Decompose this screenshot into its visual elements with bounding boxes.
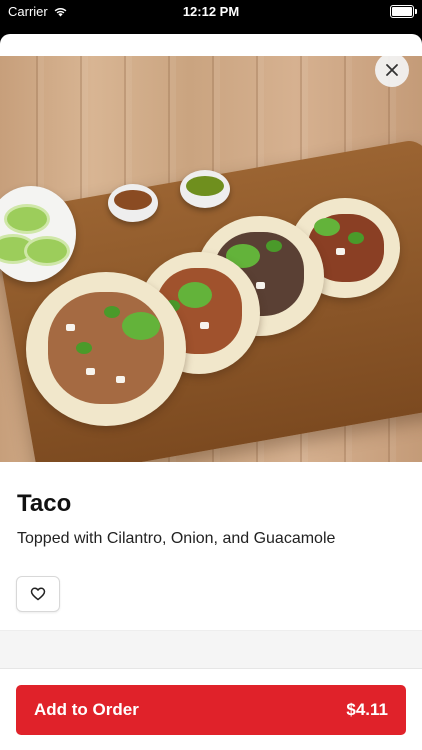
status-time: 12:12 PM bbox=[182, 4, 240, 19]
status-bar: Carrier 12:12 PM bbox=[0, 0, 422, 24]
photo-cilantro bbox=[348, 232, 364, 244]
photo-guacamole bbox=[178, 282, 212, 308]
item-detail-sheet: Taco Topped with Cilantro, Onion, and Gu… bbox=[0, 56, 422, 750]
order-footer: Add to Order $4.11 bbox=[0, 668, 422, 750]
heart-icon bbox=[30, 587, 46, 601]
photo-onion bbox=[256, 282, 265, 289]
photo-lime-wedge bbox=[24, 236, 70, 266]
section-divider bbox=[0, 630, 422, 669]
add-to-order-button[interactable]: Add to Order $4.11 bbox=[16, 685, 406, 735]
photo-onion bbox=[336, 248, 345, 255]
item-photo bbox=[0, 56, 422, 462]
photo-salsa-roja bbox=[114, 190, 152, 210]
photo-onion bbox=[200, 322, 209, 329]
photo-onion bbox=[66, 324, 75, 331]
photo-guacamole bbox=[314, 218, 340, 236]
photo-salsa-verde bbox=[186, 176, 224, 196]
photo-onion bbox=[86, 368, 95, 375]
photo-salsa-cup bbox=[108, 184, 158, 222]
battery-icon bbox=[390, 5, 417, 18]
item-description: Topped with Cilantro, Onion, and Guacamo… bbox=[17, 530, 336, 547]
close-icon bbox=[386, 64, 398, 76]
photo-taco bbox=[26, 272, 186, 426]
item-price: $4.11 bbox=[346, 700, 388, 719]
item-title: Taco bbox=[17, 490, 72, 517]
favorite-button[interactable] bbox=[16, 576, 60, 612]
photo-cilantro bbox=[266, 240, 282, 252]
item-info: Taco Topped with Cilantro, Onion, and Gu… bbox=[0, 462, 422, 630]
photo-onion bbox=[116, 376, 125, 383]
photo-salsa-cup bbox=[180, 170, 230, 208]
photo-cilantro bbox=[104, 306, 120, 318]
photo-cilantro bbox=[76, 342, 92, 354]
add-to-order-label: Add to Order bbox=[34, 700, 139, 719]
photo-guacamole bbox=[122, 312, 160, 340]
photo-lime-wedge bbox=[4, 204, 50, 234]
